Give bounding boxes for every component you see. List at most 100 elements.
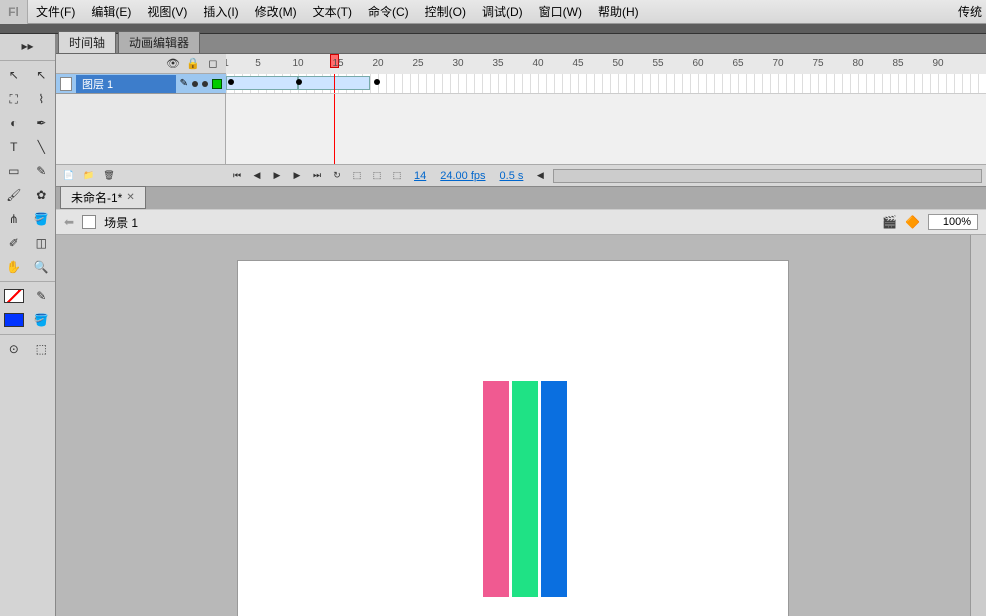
edit-multiple-button[interactable]: ⬚ <box>390 169 404 183</box>
ruler-label: 10 <box>292 58 303 69</box>
menu-modify[interactable]: 修改(M) <box>247 0 305 24</box>
onion-skin-button[interactable]: ⬚ <box>350 169 364 183</box>
outline-color[interactable] <box>212 79 222 89</box>
fill-color-picker-icon[interactable]: 🪣 <box>28 308 56 332</box>
eyedropper-tool[interactable]: ✐ <box>0 231 28 255</box>
keyframe-1[interactable] <box>228 79 234 85</box>
shape-green-bar[interactable] <box>512 381 538 597</box>
timeline-scrollbar[interactable] <box>553 169 982 183</box>
menu-control[interactable]: 控制(O) <box>417 0 474 24</box>
fps-display[interactable]: 24.00 fps <box>436 170 489 182</box>
menu-insert[interactable]: 插入(I) <box>195 0 246 24</box>
keyframe-10[interactable] <box>296 79 302 85</box>
paint-bucket-tool[interactable]: 🪣 <box>28 207 56 231</box>
selection-tool[interactable]: ↖ <box>0 63 28 87</box>
edit-symbols-icon[interactable]: 🔶 <box>905 215 920 229</box>
back-arrow-icon[interactable]: ⬅ <box>64 215 74 229</box>
frames-area[interactable] <box>226 74 986 94</box>
ruler-label: 20 <box>372 58 383 69</box>
free-transform-tool[interactable]: ⛶ <box>0 87 28 111</box>
close-tab-icon[interactable]: ✕ <box>126 192 134 203</box>
lasso-tool[interactable]: ⌇ <box>28 87 56 111</box>
document-title: 未命名-1* <box>71 189 122 206</box>
ruler-label: 85 <box>892 58 903 69</box>
menu-view[interactable]: 视图(V) <box>139 0 195 24</box>
tween-span-1[interactable] <box>226 76 298 90</box>
ruler-label: 40 <box>532 58 543 69</box>
shape-pink-bar[interactable] <box>483 381 509 597</box>
onion-outline-button[interactable]: ⬚ <box>370 169 384 183</box>
rectangle-tool[interactable]: ▭ <box>0 159 28 183</box>
keyframe-20[interactable] <box>374 79 380 85</box>
layer-header-icons: 👁 🔒 ◻ <box>56 57 226 70</box>
stage-viewport[interactable] <box>56 235 970 616</box>
ruler-label: 30 <box>452 58 463 69</box>
eraser-tool[interactable]: ◫ <box>28 231 56 255</box>
timeline-tabs: 时间轴 动画编辑器 <box>56 34 986 54</box>
collapse-icon[interactable]: ▸▸ <box>0 34 55 58</box>
stroke-color[interactable] <box>0 284 28 308</box>
document-tab[interactable]: 未命名-1* ✕ <box>60 186 146 209</box>
menu-debug[interactable]: 调试(D) <box>474 0 531 24</box>
layer-type-icon <box>60 77 72 91</box>
menu-edit[interactable]: 编辑(E) <box>83 0 139 24</box>
zoom-tool[interactable]: 🔍 <box>28 255 56 279</box>
shape-blue-bar[interactable] <box>541 381 567 597</box>
step-back-button[interactable]: ◀ <box>250 169 264 183</box>
subselection-tool[interactable]: ↖ <box>28 63 56 87</box>
play-button[interactable]: ▶ <box>270 169 284 183</box>
lock-dot[interactable] <box>202 81 208 87</box>
line-tool[interactable]: ╲ <box>28 135 56 159</box>
elapsed-time[interactable]: 0.5 s <box>496 170 528 182</box>
tab-timeline[interactable]: 时间轴 <box>58 31 116 53</box>
deco-tool[interactable]: ✿ <box>28 183 56 207</box>
layer-row[interactable]: 图层 1 ✎ <box>56 74 986 94</box>
stroke-color-picker-icon[interactable]: ✎ <box>28 284 56 308</box>
menu-help[interactable]: 帮助(H) <box>590 0 647 24</box>
workspace-switcher[interactable]: 传统 <box>950 0 986 24</box>
tab-motion-editor[interactable]: 动画编辑器 <box>118 31 200 53</box>
fill-color[interactable] <box>0 308 28 332</box>
loop-button[interactable]: ↻ <box>330 169 344 183</box>
scroll-left-icon[interactable]: ◀ <box>533 169 547 183</box>
stage[interactable] <box>238 261 788 616</box>
pencil-tool[interactable]: ✎ <box>28 159 56 183</box>
option-tool[interactable]: ⬚ <box>28 337 56 361</box>
document-tabs: 未命名-1* ✕ <box>56 187 986 209</box>
menu-file[interactable]: 文件(F) <box>28 0 83 24</box>
layer-toggles: ✎ <box>180 78 222 89</box>
menu-text[interactable]: 文本(T) <box>305 0 360 24</box>
ruler-label: 25 <box>412 58 423 69</box>
goto-first-button[interactable]: ⏮ <box>230 169 244 183</box>
new-folder-button[interactable]: 📁 <box>82 169 96 183</box>
frame-ruler[interactable]: 151015202530354045505560657075808590 <box>226 54 986 74</box>
tools-panel: ▸▸ ↖↖ ⛶⌇ ◐✒ T╲ ▭✎ 🖌✿ ⋔🪣 ✐◫ ✋🔍 ✎ 🪣 ⊙⬚ <box>0 34 56 616</box>
bone-tool[interactable]: ⋔ <box>0 207 28 231</box>
ruler-label: 65 <box>732 58 743 69</box>
visibility-dot[interactable] <box>192 81 198 87</box>
delete-layer-button[interactable]: 🗑 <box>102 169 116 183</box>
scene-name[interactable]: 场景 1 <box>104 214 138 231</box>
vertical-scrollbar[interactable] <box>970 235 986 616</box>
ruler-label: 5 <box>255 58 261 69</box>
goto-last-button[interactable]: ⏭ <box>310 169 324 183</box>
new-layer-button[interactable]: 📄 <box>62 169 76 183</box>
pen-tool[interactable]: ✒ <box>28 111 56 135</box>
layer-name-area[interactable]: 图层 1 ✎ <box>56 74 226 94</box>
edit-scene-icon[interactable]: 🎬 <box>882 215 897 229</box>
snap-tool[interactable]: ⊙ <box>0 337 28 361</box>
outline-icon[interactable]: ◻ <box>206 57 220 70</box>
brush-tool[interactable]: 🖌 <box>0 183 28 207</box>
pencil-icon: ✎ <box>180 78 188 89</box>
text-tool[interactable]: T <box>0 135 28 159</box>
3d-rotation-tool[interactable]: ◐ <box>0 111 28 135</box>
zoom-level[interactable]: 100% <box>928 214 978 230</box>
menu-commands[interactable]: 命令(C) <box>360 0 417 24</box>
hand-tool[interactable]: ✋ <box>0 255 28 279</box>
step-forward-button[interactable]: ▶ <box>290 169 304 183</box>
menu-window[interactable]: 窗口(W) <box>531 0 590 24</box>
visibility-icon[interactable]: 👁 <box>166 57 180 70</box>
current-frame[interactable]: 14 <box>410 170 430 182</box>
lock-icon[interactable]: 🔒 <box>186 57 200 70</box>
menubar: Fl 文件(F) 编辑(E) 视图(V) 插入(I) 修改(M) 文本(T) 命… <box>0 0 986 24</box>
